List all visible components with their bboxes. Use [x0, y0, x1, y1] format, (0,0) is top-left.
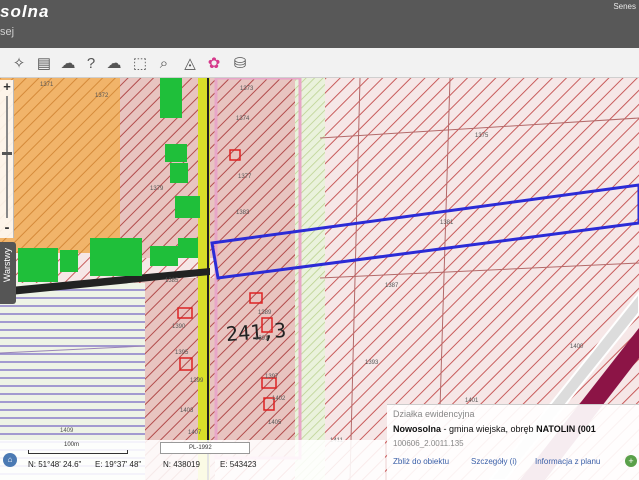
parcel-label: 1391 [255, 336, 269, 342]
municipality-type: - gmina wiejska [441, 424, 506, 434]
parcel-location: Nowosolna - gmina wiejska, obręb NATOLIN… [393, 424, 639, 434]
home-icon[interactable]: ⌂ [3, 453, 17, 467]
measure-icon[interactable]: ◬ [180, 53, 200, 73]
building-green [175, 196, 200, 218]
zoom-in-button[interactable]: + [0, 80, 14, 94]
parcel-label: 1371 [40, 82, 54, 88]
layers-stack-icon[interactable]: ⛁ [230, 53, 250, 73]
zone-service [0, 78, 130, 253]
parcel-label: 1381 [440, 220, 454, 226]
building-green [170, 163, 188, 183]
comment-icon[interactable]: ☁ [58, 53, 78, 73]
zoom-slider-handle[interactable] [2, 152, 12, 155]
building-green [160, 78, 182, 118]
app-subtitle: sej [0, 26, 15, 38]
municipality-name: Nowosolna [393, 424, 442, 434]
color-palette-icon[interactable]: ✿ [204, 53, 224, 73]
parcel-label: 1377 [238, 174, 252, 180]
building-green [150, 246, 178, 266]
projection-select[interactable]: PL-1992 [160, 442, 250, 454]
status-bar: ⌂ 100m PL-1992 N: 51°48' 24.6" E: 19°37'… [0, 440, 385, 480]
building-green [165, 144, 187, 162]
parcel-label: 1375 [475, 133, 489, 139]
easting-readout: E: 543423 [220, 460, 257, 469]
expand-plus-icon[interactable]: + [625, 455, 637, 467]
parcel-label: 1390 [172, 324, 186, 330]
parcel-label: 1389 [258, 310, 272, 316]
parcel-label: 1409 [60, 428, 74, 434]
cloud-upload-icon[interactable]: ☁ [104, 53, 124, 73]
parcel-label: 1387 [385, 283, 399, 289]
parcel-label: 1372 [95, 93, 109, 99]
parcel-label: 1393 [365, 360, 379, 366]
navigation-icon[interactable]: ✧ [9, 53, 29, 73]
parcel-info-panel: Działka ewidencyjna Nowosolna - gmina wi… [387, 404, 639, 480]
zoom-out-button[interactable]: - [0, 220, 14, 235]
zoom-to-object-link[interactable]: Zbliż do obiektu [393, 457, 449, 466]
parcel-label: 1402 [272, 396, 286, 402]
user-link[interactable]: Senes [613, 2, 636, 11]
search-zoom-icon[interactable]: ⌕ [154, 53, 174, 73]
parcel-label: 1385 [165, 278, 179, 284]
building-green [178, 238, 198, 258]
app-header: solna sej Senes [0, 0, 639, 48]
parcel-label: 1395 [175, 350, 189, 356]
layers-panel-tab[interactable]: Warstwy [0, 242, 16, 304]
zoom-area-icon[interactable]: ⬚ [130, 53, 150, 73]
layers-tab-label: Warstwy [2, 248, 12, 283]
longitude-readout: E: 19°37' 48" [95, 460, 142, 469]
scale-label: 100m [64, 442, 80, 448]
latitude-readout: N: 51°48' 24.6" [28, 460, 82, 469]
plan-info-link[interactable]: Informacja z planu [535, 457, 600, 466]
parcel-label: 1403 [180, 408, 194, 414]
building-green [60, 250, 78, 272]
parcel-id: 100606_2.0011.135 [393, 439, 464, 448]
parcel-label: 1383 [236, 210, 250, 216]
help-icon[interactable]: ? [81, 53, 101, 73]
app-brand: solna [0, 2, 50, 21]
northing-readout: N: 438019 [163, 460, 200, 469]
parcel-label: 1373 [240, 86, 254, 92]
precinct-name: NATOLIN (001 [536, 424, 596, 434]
details-link[interactable]: Szczegóły (i) [471, 457, 517, 466]
parcel-label: 1400 [570, 344, 584, 350]
parcel-label: 1374 [236, 116, 250, 122]
parcel-label: 1407 [188, 430, 202, 436]
scale-bar [28, 450, 128, 454]
parcel-label: 1397 [265, 374, 279, 380]
zoom-slider-track[interactable] [6, 96, 8, 218]
layout-icon[interactable]: ▤ [34, 53, 54, 73]
zoom-control: + - [0, 80, 14, 238]
map-toolbar: ✧ ▤ ☁ ? ☁ ⬚ ⌕ ◬ ✿ ⛁ [0, 48, 639, 78]
info-panel-title: Działka ewidencyjna [393, 409, 475, 419]
building-green [90, 238, 142, 276]
parcel-label: 1405 [268, 420, 282, 426]
parcel-label: 1379 [150, 186, 164, 192]
parcel-label: 1399 [190, 378, 204, 384]
precinct-separator: , obręb [505, 424, 537, 434]
building-green [18, 248, 58, 282]
